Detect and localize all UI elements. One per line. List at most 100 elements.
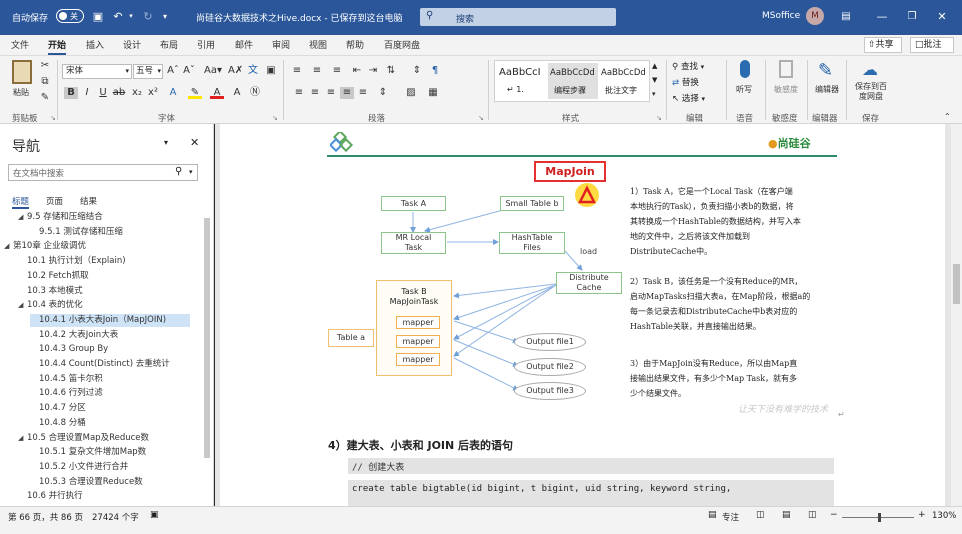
tab-insert[interactable]: 插入 bbox=[86, 38, 104, 51]
underline-icon[interactable]: U bbox=[96, 87, 110, 99]
tab-layout[interactable]: 布局 bbox=[160, 38, 178, 51]
nav-heading-item[interactable]: ◢ 9.5 存储和压缩结合 bbox=[18, 211, 103, 224]
account-name[interactable]: MSoffice bbox=[762, 11, 800, 21]
zoom-in-icon[interactable]: + bbox=[918, 510, 926, 520]
borders-icon[interactable]: ▦ bbox=[426, 87, 440, 99]
styles-more-icon[interactable]: ▾ bbox=[652, 90, 656, 98]
customize-qat-icon[interactable]: ▾ bbox=[160, 6, 170, 26]
read-mode-icon[interactable]: ◫ bbox=[756, 510, 765, 520]
italic-icon[interactable]: I bbox=[80, 87, 94, 99]
justify-icon[interactable]: ≡ bbox=[340, 87, 354, 99]
nav-heading-item[interactable]: 10.4.5 笛卡尔积 bbox=[30, 373, 103, 386]
word-count[interactable]: 27424 个字 bbox=[92, 511, 139, 523]
save-baidu-button[interactable]: ☁ 保存到百度网盘 bbox=[850, 60, 890, 106]
tab-home[interactable]: 开始 bbox=[48, 38, 67, 55]
nav-heading-item[interactable]: 10.5.2 小文件进行合并 bbox=[30, 461, 128, 474]
distributed-icon[interactable]: ≡ bbox=[356, 87, 370, 99]
nav-heading-item[interactable]: 9.5.1 测试存储和压缩 bbox=[30, 226, 123, 239]
nav-heading-item[interactable]: ◢ 第10章 企业级调优 bbox=[4, 240, 86, 253]
nav-heading-item[interactable]: 10.4.4 Count(Distinct) 去重统计 bbox=[30, 358, 170, 371]
nav-tab-pages[interactable]: 页面 bbox=[46, 195, 63, 207]
tab-help[interactable]: 帮助 bbox=[346, 38, 364, 51]
nav-close-icon[interactable]: ✕ bbox=[190, 136, 199, 149]
enclose-characters-icon[interactable]: Ⓝ bbox=[248, 87, 262, 99]
search-box[interactable]: ⚲ 搜索 bbox=[420, 8, 616, 26]
autosave-toggle[interactable]: 关 bbox=[56, 9, 84, 23]
tab-mailings[interactable]: 邮件 bbox=[235, 38, 253, 51]
text-effects-icon[interactable]: A bbox=[166, 87, 180, 99]
focus-icon[interactable]: ▤ bbox=[708, 510, 717, 520]
bold-icon[interactable]: B bbox=[64, 87, 78, 99]
tab-baidu-netdisk[interactable]: 百度网盘 bbox=[384, 38, 420, 51]
scrollbar-thumb[interactable] bbox=[953, 264, 960, 304]
shading-icon[interactable]: ▨ bbox=[404, 87, 418, 99]
zoom-out-icon[interactable]: − bbox=[830, 510, 838, 520]
change-case-icon[interactable]: Aa▾ bbox=[202, 65, 224, 77]
bullets-icon[interactable]: ≡ bbox=[290, 65, 304, 77]
grow-font-icon[interactable]: Aˆ bbox=[166, 65, 180, 77]
styles-scroll-up-icon[interactable]: ▲ bbox=[652, 62, 657, 70]
share-button[interactable]: ⇧共享 bbox=[864, 37, 902, 53]
align-right-icon[interactable]: ≡ bbox=[324, 87, 338, 99]
ribbon-display-icon[interactable]: ▤ bbox=[836, 6, 856, 26]
focus-label[interactable]: 专注 bbox=[722, 511, 739, 523]
paragraph-launcher-icon[interactable]: ↘ bbox=[478, 114, 484, 122]
nav-scrollbar[interactable] bbox=[204, 218, 210, 458]
strikethrough-icon[interactable]: ab bbox=[112, 87, 126, 99]
increase-indent-icon[interactable]: ⇥ bbox=[366, 65, 380, 77]
nav-heading-item[interactable]: ◢ 10.5 合理设置Map及Reduce数 bbox=[18, 432, 149, 445]
sensitivity-button[interactable]: 敏感度 bbox=[772, 60, 802, 106]
highlight-icon[interactable]: ✎ bbox=[188, 87, 202, 99]
zoom-slider-thumb[interactable] bbox=[878, 513, 881, 522]
nav-tab-headings[interactable]: 标题 bbox=[12, 195, 30, 209]
save-icon[interactable]: ▣ bbox=[90, 6, 106, 26]
avatar[interactable]: M bbox=[806, 7, 824, 25]
undo-dropdown-icon[interactable]: ▾ bbox=[127, 6, 135, 26]
style-item[interactable]: AaBbCcDd 编程步骤 bbox=[548, 63, 598, 99]
tab-view[interactable]: 视图 bbox=[309, 38, 327, 51]
collapse-ribbon-icon[interactable]: ⌃ bbox=[944, 112, 951, 121]
nav-heading-item[interactable]: 10.5.3 合理设置Reduce数 bbox=[30, 476, 143, 489]
character-shading-icon[interactable]: A bbox=[230, 87, 244, 99]
replace-button[interactable]: ⇄ 替换 bbox=[672, 76, 699, 88]
nav-heading-item[interactable]: 10.4.8 分桶 bbox=[30, 417, 86, 430]
styles-launcher-icon[interactable]: ↘ bbox=[656, 114, 662, 122]
cut-icon[interactable]: ✂ bbox=[38, 60, 52, 72]
page-count[interactable]: 第 66 页，共 86 页 bbox=[8, 511, 83, 523]
font-name-select[interactable]: 宋体 ▾ bbox=[62, 64, 132, 79]
chinese-layout-icon[interactable]: ⇅ bbox=[384, 65, 398, 77]
nav-heading-item[interactable]: 10.4.7 分区 bbox=[30, 402, 86, 415]
align-left-icon[interactable]: ≡ bbox=[292, 87, 306, 99]
expand-triangle-icon[interactable]: ◢ bbox=[4, 240, 13, 253]
subscript-icon[interactable]: x₂ bbox=[130, 87, 144, 99]
format-painter-icon[interactable]: ✎ bbox=[38, 92, 52, 104]
clipboard-launcher-icon[interactable]: ↘ bbox=[50, 114, 56, 122]
nav-heading-item[interactable]: 10.4.1 小表大表Join（MapJOIN) bbox=[30, 313, 190, 327]
close-icon[interactable]: ✕ bbox=[932, 6, 952, 26]
tab-review[interactable]: 审阅 bbox=[272, 38, 290, 51]
font-launcher-icon[interactable]: ↘ bbox=[272, 114, 278, 122]
paste-button[interactable]: 粘贴 bbox=[8, 60, 36, 104]
nav-heading-item[interactable]: ◢ 10.4 表的优化 bbox=[18, 299, 83, 312]
comments-button[interactable]: □批注 bbox=[910, 37, 954, 53]
shrink-font-icon[interactable]: Aˇ bbox=[182, 65, 196, 77]
clear-formatting-icon[interactable]: A✗ bbox=[228, 65, 243, 77]
nav-heading-item[interactable]: 10.4.2 大表Join大表 bbox=[30, 329, 118, 342]
select-button[interactable]: ↖ 选择 ▾ bbox=[672, 92, 705, 104]
zoom-level[interactable]: 130% bbox=[932, 511, 956, 521]
sort-icon[interactable]: ⇕ bbox=[410, 65, 424, 77]
nav-options-icon[interactable]: ▾ bbox=[164, 138, 168, 147]
character-border-icon[interactable]: ▣ bbox=[264, 65, 278, 77]
tab-design[interactable]: 设计 bbox=[123, 38, 141, 51]
nav-heading-item[interactable]: 10.3 本地模式 bbox=[18, 285, 83, 298]
zoom-slider[interactable] bbox=[842, 513, 914, 522]
nav-heading-item[interactable]: 10.6 并行执行 bbox=[18, 490, 83, 503]
redo-icon[interactable]: ↻ bbox=[140, 6, 156, 26]
print-layout-icon[interactable]: ▤ bbox=[782, 510, 791, 520]
expand-triangle-icon[interactable]: ◢ bbox=[18, 211, 27, 224]
minimize-icon[interactable]: — bbox=[872, 6, 892, 26]
nav-heading-item[interactable]: 10.1 执行计划（Explain) bbox=[18, 255, 126, 268]
align-center-icon[interactable]: ≡ bbox=[308, 87, 322, 99]
expand-triangle-icon[interactable]: ◢ bbox=[18, 299, 27, 312]
nav-heading-item[interactable]: 10.5.1 复杂文件增加Map数 bbox=[30, 446, 146, 459]
